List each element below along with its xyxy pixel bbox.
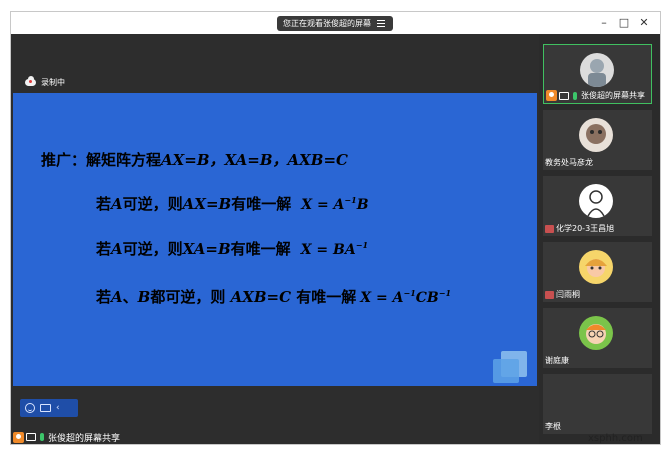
- line2-eq-tail: B: [356, 197, 369, 213]
- line2-m1: A: [111, 195, 123, 213]
- muted-mic-icon: [545, 290, 554, 299]
- line4-m2: B: [137, 288, 151, 306]
- line2-eq-sup: −1: [344, 195, 357, 205]
- participant-name-row: 张俊超的屏幕共享: [546, 90, 645, 101]
- screen-share-icon: [559, 91, 569, 100]
- avatar: [579, 250, 613, 284]
- minimize-button[interactable]: –: [597, 16, 611, 30]
- slide-line-2: 若A可逆，则AX=B有唯一解 X = A−1B: [96, 193, 369, 214]
- line4-eq-text: X = A: [360, 290, 404, 306]
- recording-indicator: 录制中: [25, 76, 65, 88]
- watermark-text: xsphh.com: [588, 433, 643, 444]
- participant-tile[interactable]: 化学20-3王昌旭: [543, 176, 652, 236]
- share-info-bar: 张俊超的屏幕共享: [13, 430, 120, 444]
- keyboard-icon[interactable]: [40, 404, 51, 412]
- shared-slide: 推广：解矩阵方程AX=B，XA=B，AXB=C 若A可逆，则AX=B有唯一解 X …: [13, 93, 537, 417]
- line3-eq-sup: −1: [355, 240, 369, 250]
- line4-eq-sup1: −1: [403, 288, 416, 298]
- participant-name-row: 谢庭康: [545, 355, 569, 366]
- muted-mic-icon: [545, 224, 554, 233]
- line4-prefix: 若: [96, 288, 112, 306]
- collapse-chevron-icon[interactable]: ‹: [56, 403, 60, 413]
- share-float-icon[interactable]: [493, 351, 527, 383]
- screen-share-stage: 录制中 推广：解矩阵方程AX=B，XA=B，AXB=C 若A可逆，则AX=B有唯…: [11, 34, 539, 444]
- line1-text: 推广：解矩阵方程: [41, 151, 162, 169]
- slide-line-1: 推广：解矩阵方程AX=B，XA=B，AXB=C: [41, 149, 348, 170]
- cloud-record-icon: [25, 76, 36, 86]
- mic-icon: [40, 433, 44, 441]
- banner-text: 您正在观看张俊超的屏幕: [283, 19, 371, 28]
- line2-eq: X = A−1B: [301, 195, 369, 213]
- person-icon: [13, 431, 24, 443]
- line2-mid: 可逆，则: [122, 195, 183, 213]
- maximize-button[interactable]: □: [617, 16, 631, 30]
- title-bar: 您正在观看张俊超的屏幕 – □ ✕: [11, 12, 660, 34]
- participant-name: 张俊超的屏幕共享: [581, 91, 645, 100]
- slide-line-4: 若A、B都可逆，则 AXB=C 有唯一解 X = A−1CB−1: [96, 286, 451, 307]
- line2-eq-text: X = A: [301, 197, 345, 213]
- participant-name-row: 闫雨桐: [545, 289, 580, 300]
- line4-eq: X = A−1CB−1: [360, 288, 452, 306]
- participant-tile[interactable]: 谢庭康: [543, 308, 652, 368]
- line4-mid: 都可逆，则: [150, 288, 231, 306]
- line1-math: AX=B，XA=B，AXB=C: [161, 151, 348, 169]
- viewing-banner[interactable]: 您正在观看张俊超的屏幕: [277, 16, 393, 31]
- screen-share-icon: [26, 433, 36, 441]
- close-button[interactable]: ✕: [637, 16, 651, 30]
- line4-m3: AXB=C: [230, 288, 292, 306]
- line3-eq-text: X = BA: [300, 242, 356, 258]
- participant-tile[interactable]: 教务处马彦龙: [543, 110, 652, 170]
- avatar: [580, 53, 614, 87]
- participant-name: 教务处马彦龙: [545, 158, 593, 167]
- line4-eq-sup2: −1: [438, 288, 452, 298]
- mic-icon: [573, 91, 577, 100]
- line4-suffix: 有唯一解: [291, 288, 357, 306]
- participant-tile[interactable]: 张俊超的屏幕共享: [543, 44, 652, 104]
- line4-eq-mid: CB: [415, 290, 439, 306]
- menu-icon[interactable]: [377, 20, 385, 27]
- line3-mid: 可逆，则: [122, 240, 183, 258]
- slide-control-bar: ‹: [20, 399, 78, 417]
- participant-name: 李根: [545, 422, 561, 431]
- participant-tile[interactable]: 闫雨桐: [543, 242, 652, 302]
- avatar: [579, 118, 613, 152]
- participant-name-row: 化学20-3王昌旭: [545, 223, 614, 234]
- line3-eq: X = BA−1: [300, 240, 369, 258]
- meeting-window: 您正在观看张俊超的屏幕 – □ ✕ 录制中 推广：解矩阵方程AX=B，XA=B，…: [10, 11, 661, 445]
- line2-m2: AX=B: [182, 195, 232, 213]
- line3-m1: A: [111, 240, 123, 258]
- person-icon: [546, 90, 557, 101]
- participant-name-row: 李根: [545, 421, 561, 432]
- emoji-icon[interactable]: [25, 403, 35, 413]
- participant-name-row: 教务处马彦龙: [545, 157, 593, 168]
- avatar: [579, 184, 613, 218]
- recording-label: 录制中: [41, 78, 65, 87]
- line2-prefix: 若: [96, 195, 112, 213]
- line3-m2: XA=B: [182, 240, 231, 258]
- slide-line-3: 若A可逆，则XA=B有唯一解 X = BA−1: [96, 238, 368, 259]
- participant-name: 闫雨桐: [556, 290, 580, 299]
- line3-suffix: 有唯一解: [230, 240, 291, 258]
- line4-m1: A: [111, 288, 123, 306]
- participant-name: 谢庭康: [545, 356, 569, 365]
- participant-name: 化学20-3王昌旭: [556, 224, 615, 233]
- avatar: [579, 316, 613, 350]
- line4-sep: 、: [122, 288, 138, 306]
- share-info-label: 张俊超的屏幕共享: [48, 433, 121, 444]
- line2-suffix: 有唯一解: [231, 195, 292, 213]
- participant-panel: 张俊超的屏幕共享 教务处马彦龙 化学20-3王昌旭 闫雨桐 谢庭康 李根: [539, 34, 660, 444]
- participant-tile[interactable]: 李根: [543, 374, 652, 434]
- line3-prefix: 若: [96, 240, 112, 258]
